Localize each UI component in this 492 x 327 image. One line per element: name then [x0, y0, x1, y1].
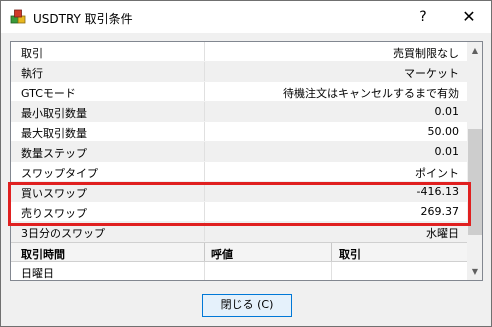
spec-name: 最小取引数量: [21, 107, 87, 120]
spec-row-trade: 取引 売買制限なし: [11, 42, 467, 62]
spec-value: 売買制限なし: [393, 47, 459, 60]
spec-value: 待機注文はキャンセルするまで有効: [283, 87, 459, 100]
spec-name: 買いスワップ: [21, 187, 87, 200]
spec-row-swap-long: 買いスワップ -416.13: [11, 182, 467, 202]
spec-value: -416.13: [416, 185, 459, 198]
specification-list: 取引 売買制限なし 執行 マーケット GTCモード 待機注文はキャンセルするまで…: [10, 41, 483, 281]
vertical-scrollbar[interactable]: ▲ ▼: [467, 42, 482, 280]
cubes-app-icon: [10, 9, 26, 25]
spec-name: スワップタイプ: [21, 167, 98, 180]
spec-value: 水曜日: [426, 227, 459, 240]
spec-name: GTCモード: [21, 87, 76, 100]
spec-value: 269.37: [420, 205, 460, 218]
spec-row-triple-swap-day: 3日分のスワップ 水曜日: [11, 222, 467, 242]
help-button[interactable]: ?: [407, 1, 439, 33]
spec-row-execution: 執行 マーケット: [11, 62, 467, 82]
spec-value: 0.01: [434, 145, 460, 158]
spec-row-gtc-mode: GTCモード 待機注文はキャンセルするまで有効: [11, 82, 467, 102]
spec-value: 0.01: [434, 105, 460, 118]
session-row: 日曜日: [11, 262, 467, 280]
spec-name: 取引: [21, 47, 43, 60]
close-window-button[interactable]: ✕: [451, 1, 487, 33]
sessions-header-time: 取引時間: [21, 248, 65, 261]
spec-name: 最大取引数量: [21, 127, 87, 140]
sessions-header: 取引時間 呼値 取引: [11, 242, 467, 262]
close-dialog-button[interactable]: 閉じる (C): [202, 294, 292, 317]
scroll-thumb[interactable]: [468, 129, 482, 235]
spec-name: 執行: [21, 67, 43, 80]
spec-name: 売りスワップ: [21, 207, 87, 220]
title-bar: USDTRY 取引条件 ? ✕: [1, 1, 491, 33]
spec-row-max-volume: 最大取引数量 50.00: [11, 122, 467, 142]
symbol-spec-dialog: USDTRY 取引条件 ? ✕ 取引 売買制限なし 執行 マーケット GTCモー…: [0, 0, 492, 327]
spec-value: 50.00: [427, 125, 460, 138]
spec-value: ポイント: [415, 167, 459, 180]
spec-row-volume-step: 数量ステップ 0.01: [11, 142, 467, 162]
sessions-header-quote: 呼値: [211, 248, 233, 261]
session-day: 日曜日: [21, 267, 54, 280]
chevron-up-icon[interactable]: ▲: [467, 42, 482, 59]
spec-name: 3日分のスワップ: [21, 227, 105, 240]
spec-name: 数量ステップ: [21, 147, 87, 160]
spec-value: マーケット: [404, 67, 459, 80]
window-title: USDTRY 取引条件: [33, 12, 133, 26]
spec-row-swap-type: スワップタイプ ポイント: [11, 162, 467, 182]
sessions-header-trade: 取引: [339, 248, 361, 261]
spec-row-swap-short: 売りスワップ 269.37: [11, 202, 467, 222]
spec-row-min-volume: 最小取引数量 0.01: [11, 102, 467, 122]
chevron-down-icon[interactable]: ▼: [467, 263, 482, 280]
